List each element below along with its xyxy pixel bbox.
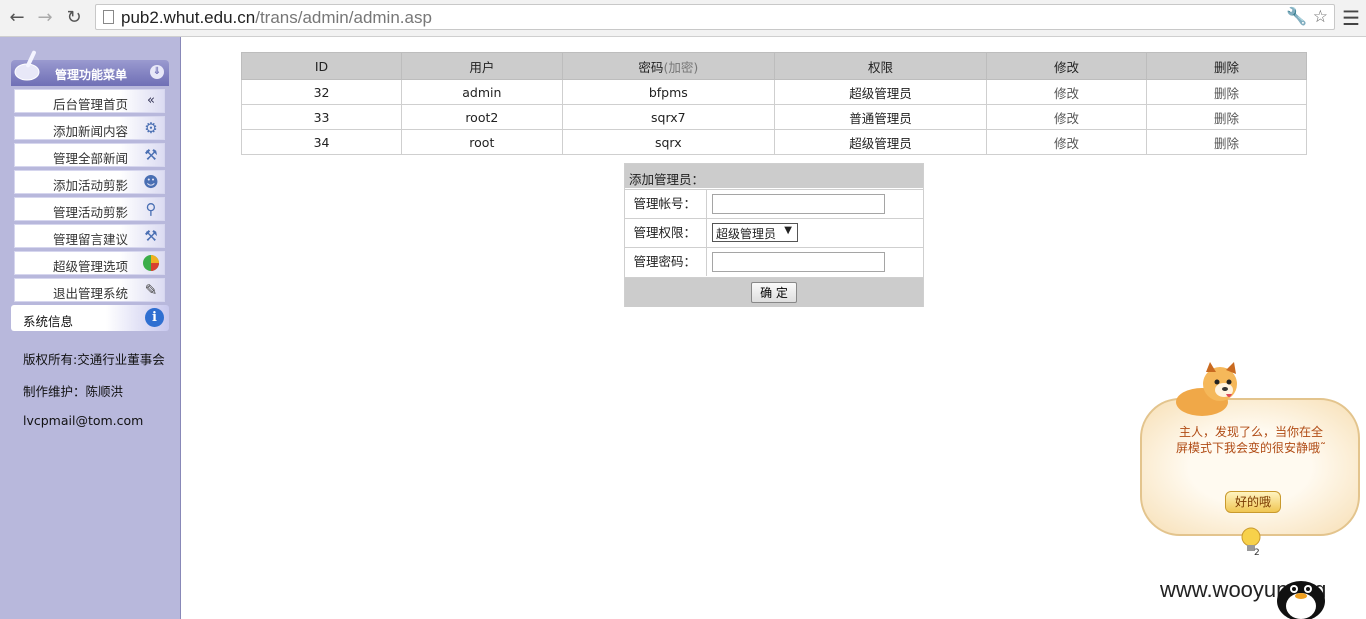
magnifier-icon: ⚲ [145,200,157,218]
stamp-icon: ✎ [144,281,158,299]
star-icon[interactable]: ☆ [1313,7,1328,27]
sidebar-item-manage-messages[interactable]: 管理留言建议 ⚒ [14,224,165,248]
hamburger-menu-icon[interactable]: ☰ [1342,6,1360,30]
collapse-chevron-icon[interactable]: ⇓ [150,65,164,79]
submit-button[interactable]: 确 定 [751,282,797,303]
system-info-header[interactable]: 系统信息 i [11,305,169,331]
sidebar-item-home[interactable]: 后台管理首页 « [14,89,165,113]
reload-icon[interactable]: ↻ [63,7,85,29]
table-row: 34 root sqrx 超级管理员 修改 删除 [240,129,1308,155]
password-row: 管理密码： [625,247,923,276]
table-row: 33 root2 sqrx7 普通管理员 修改 删除 [240,104,1308,130]
col-id: ID [240,52,403,80]
lightbulb-icon[interactable]: 2 [1240,526,1264,556]
add-admin-form: 添加管理员： 管理帐号： 管理权限： 超级管理员 ▼ 管理密码： 确 定 [624,163,924,307]
maintainer-text: 制作维护：陈顺洪 [23,384,124,399]
col-delete: 删除 [1145,52,1308,80]
sidebar-item-manage-photo[interactable]: 管理活动剪影 ⚲ [14,197,165,221]
mortar-logo-icon [14,50,40,81]
role-select[interactable]: 超级管理员 ▼ [712,223,798,242]
popup-ok-button[interactable]: 好的哦 [1225,491,1281,513]
col-user: 用户 [401,52,563,80]
table-row: 32 admin bfpms 超级管理员 修改 删除 [240,79,1308,105]
address-bar[interactable]: pub2.whut.edu.cn/trans/admin/admin.asp 🔧… [95,4,1335,30]
edit-link[interactable]: 修改 [985,104,1147,130]
bulb-badge: 2 [1254,548,1260,556]
double-chevron-left-icon: « [147,93,155,108]
hammer-icon: ⚒ [144,146,158,164]
sidebar-item-manage-news[interactable]: 管理全部新闻 ⚒ [14,143,165,167]
popup-message: 主人，发现了么，当你在全 屏模式下我会变的很安静哦˜ [1175,425,1326,455]
dropdown-arrow-icon: ▼ [784,225,792,236]
sidebar-item-add-news[interactable]: 添加新闻内容 ⚙ [14,116,165,140]
pie-chart-icon [141,254,161,272]
account-input[interactable] [712,194,885,214]
delete-link[interactable]: 删除 [1145,79,1308,105]
sidebar: 管理功能菜单 ⇓ 后台管理首页 « 添加新闻内容 ⚙ 管理全部新闻 ⚒ 添加活动… [0,37,181,619]
account-row: 管理帐号： [625,189,923,218]
col-role: 权限 [774,52,987,80]
person-icon: ☻ [143,173,159,191]
info-icon: i [145,308,164,327]
page-icon [103,10,114,24]
forward-icon[interactable]: → [34,7,56,29]
form-actions: 确 定 [625,277,923,307]
table-header-row: ID 用户 密码(加密) 权限 修改 删除 [240,52,1308,80]
pet-popup: 主人，发现了么，当你在全 屏模式下我会变的很安静哦˜ 好的哦 2 [1136,360,1364,560]
password-input[interactable] [712,252,885,272]
edit-link[interactable]: 修改 [985,129,1147,155]
role-label: 管理权限： [625,219,707,247]
dog-mascot-icon [1176,362,1237,416]
menu-header: 管理功能菜单 ⇓ [11,50,169,86]
password-label: 管理密码： [625,248,707,276]
form-header: 添加管理员： [625,164,923,188]
admin-table: ID 用户 密码(加密) 权限 修改 删除 32 admin bfpms 超级管… [240,52,1308,155]
browser-toolbar: ← → ↻ pub2.whut.edu.cn/trans/admin/admin… [0,0,1366,37]
col-edit: 修改 [985,52,1147,80]
sidebar-item-add-photo[interactable]: 添加活动剪影 ☻ [14,170,165,194]
col-password: 密码(加密) [561,52,776,80]
hammer-icon: ⚒ [144,227,158,245]
role-row: 管理权限： 超级管理员 ▼ [625,218,923,247]
tool-icon[interactable]: 🔧 [1286,7,1307,27]
delete-link[interactable]: 删除 [1145,104,1308,130]
delete-link[interactable]: 删除 [1145,129,1308,155]
back-icon[interactable]: ← [6,7,28,29]
gear-pen-icon: ⚙ [144,119,158,137]
menu-title: 管理功能菜单 [55,68,128,82]
url-text: pub2.whut.edu.cn/trans/admin/admin.asp [121,8,432,27]
penguin-logo-icon [1277,581,1325,619]
copyright-text: 版权所有:交通行业董事会 [23,352,165,367]
sidebar-item-super-options[interactable]: 超级管理选项 [14,251,165,275]
edit-link[interactable]: 修改 [985,79,1147,105]
account-label: 管理帐号： [625,190,707,218]
email-text: lvcpmail@tom.com [23,413,144,428]
sidebar-item-logout[interactable]: 退出管理系统 ✎ [14,278,165,302]
